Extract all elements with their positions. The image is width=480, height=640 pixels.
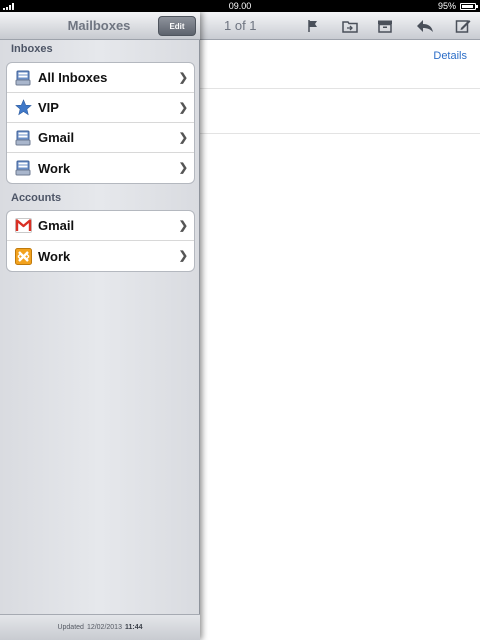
message-view: Details <box>200 40 480 640</box>
chevron-right-icon: ❯ <box>178 72 188 84</box>
account-row-gmail[interactable]: Gmail ❯ <box>7 211 194 241</box>
accounts-group: Gmail ❯ Work ❯ <box>6 210 195 272</box>
details-link[interactable]: Details <box>433 50 467 62</box>
inbox-tray-icon <box>14 159 32 177</box>
flag-icon[interactable] <box>304 17 322 35</box>
mailboxes-header: Mailboxes Edit <box>0 12 200 40</box>
gmail-icon <box>14 217 32 235</box>
battery-percentage: 95% <box>437 1 456 11</box>
inboxes-section-label: Inboxes <box>11 43 53 55</box>
star-icon <box>14 99 32 117</box>
update-status: Updated 12/02/2013 11:44 <box>0 614 200 640</box>
chevron-right-icon: ❯ <box>178 250 188 262</box>
status-bar: 09.00 95% <box>0 0 480 12</box>
inboxes-group: All Inboxes ❯ VIP ❯ Gmail ❯ Work ❯ <box>6 62 195 184</box>
mailbox-row-gmail[interactable]: Gmail ❯ <box>7 123 194 153</box>
accounts-section-label: Accounts <box>11 192 62 204</box>
archive-icon[interactable] <box>376 17 394 35</box>
updated-date: 12/02/2013 <box>86 624 122 631</box>
inbox-tray-icon <box>14 129 32 147</box>
status-time: 09.00 <box>228 1 252 11</box>
inbox-tray-icon <box>14 69 32 87</box>
mailbox-label: Gmail <box>38 130 75 145</box>
mailbox-row-vip[interactable]: VIP ❯ <box>7 93 194 123</box>
chevron-right-icon: ❯ <box>178 102 188 114</box>
edit-button[interactable]: Edit <box>158 16 196 36</box>
message-toolbar: 1 of 1 <box>200 12 480 40</box>
compose-icon[interactable] <box>454 17 472 35</box>
mailbox-row-all-inboxes[interactable]: All Inboxes ❯ <box>7 63 194 93</box>
chevron-right-icon: ❯ <box>178 132 188 144</box>
chevron-right-icon: ❯ <box>178 162 188 174</box>
mailbox-label: Work <box>38 160 71 176</box>
subject-divider <box>200 133 480 134</box>
mailbox-label: VIP <box>38 100 59 115</box>
mailbox-label: All Inboxes <box>38 70 108 85</box>
account-label: Work <box>38 248 71 264</box>
reply-icon[interactable] <box>416 17 434 35</box>
mailbox-row-work[interactable]: Work ❯ <box>7 153 194 183</box>
updated-time: 11:44 <box>124 624 143 631</box>
account-label: Gmail <box>38 218 75 233</box>
exchange-icon <box>14 247 32 265</box>
updated-label: Updated <box>57 624 84 631</box>
account-row-work[interactable]: Work ❯ <box>7 241 194 271</box>
header-divider <box>200 88 480 89</box>
chevron-right-icon: ❯ <box>178 220 188 232</box>
message-pager: 1 of 1 <box>224 18 257 33</box>
mailboxes-panel: Mailboxes Edit Inboxes All Inboxes ❯ VIP… <box>0 12 200 640</box>
battery-icon <box>460 3 478 10</box>
move-folder-icon[interactable] <box>341 17 359 35</box>
